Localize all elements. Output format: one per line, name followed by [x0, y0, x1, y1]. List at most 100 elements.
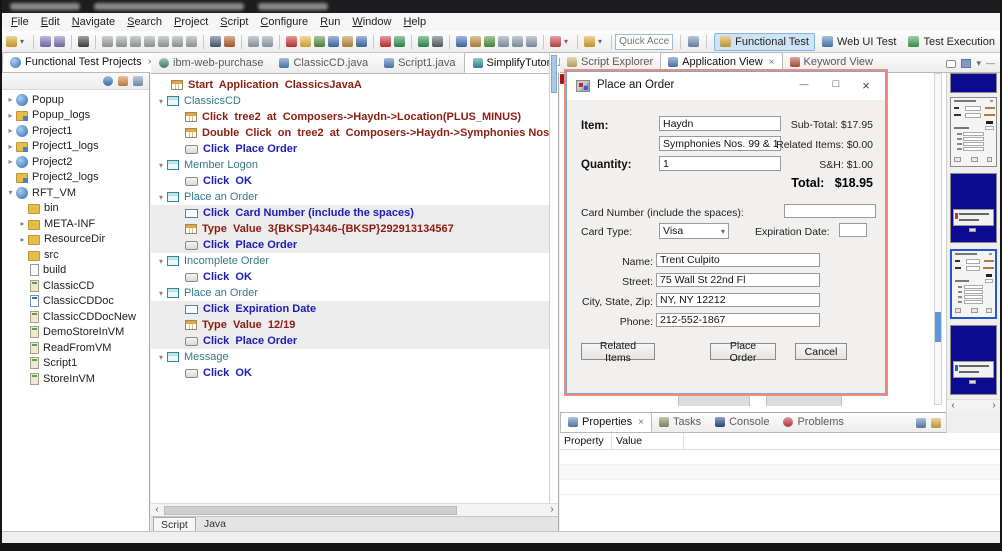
minimize-icon[interactable]: [986, 59, 995, 68]
tab-problems[interactable]: Problems: [776, 412, 850, 432]
script-group[interactable]: ▾ Message: [151, 349, 558, 365]
menu-script[interactable]: Script: [214, 15, 254, 29]
step-into-icon[interactable]: [158, 36, 169, 47]
quantity-field[interactable]: [659, 156, 781, 171]
debug-config-icon[interactable]: [432, 36, 443, 47]
highlight-icon[interactable]: [584, 36, 595, 47]
dialog-close-icon[interactable]: [859, 78, 873, 93]
editor-hscrollbar[interactable]: [151, 503, 558, 516]
stop-icon[interactable]: [130, 36, 141, 47]
tree-item-project1[interactable]: ▸ Project1: [2, 123, 149, 139]
street-field[interactable]: [656, 273, 820, 287]
table-row[interactable]: [560, 450, 1000, 465]
script-step[interactable]: Click OK: [151, 173, 558, 189]
phone-field[interactable]: [656, 313, 820, 327]
place-order-button[interactable]: Place Order: [710, 340, 776, 364]
link-with-editor-icon[interactable]: [118, 76, 128, 86]
scrollbar-thumb[interactable]: [164, 506, 458, 515]
table-row[interactable]: [560, 480, 1000, 495]
editor-vscrollbar[interactable]: [549, 53, 558, 531]
dialog-maximize-icon[interactable]: [829, 78, 843, 90]
script-step[interactable]: Click tree2 at Composers->Haydn->Locatio…: [151, 109, 558, 125]
group-expanded-icon[interactable]: ▾: [155, 193, 167, 202]
quick-access-input[interactable]: [615, 33, 674, 50]
item-field-1[interactable]: [659, 116, 781, 131]
lock-icon[interactable]: [512, 36, 523, 47]
tree-collapsed-icon[interactable]: ▸: [5, 95, 16, 104]
new-icon[interactable]: [6, 36, 17, 47]
chevron-down-icon[interactable]: [564, 37, 571, 46]
redo-icon[interactable]: [262, 36, 273, 47]
show-keywords-icon[interactable]: [456, 36, 467, 47]
pause-icon[interactable]: [116, 36, 127, 47]
tree-item-script1[interactable]: Script1: [2, 356, 149, 372]
group-expanded-icon[interactable]: ▾: [155, 161, 167, 170]
tree-item-project1-logs[interactable]: ▸ Project1_logs: [2, 139, 149, 155]
script-step[interactable]: Type Value 12/19: [151, 317, 558, 333]
dialog-minimize-icon[interactable]: [797, 78, 811, 90]
perspective-functional-test[interactable]: Functional Test: [714, 32, 815, 51]
script-step[interactable]: Type Value 3{BKSP}4346-{BKSP}29291313456…: [151, 221, 558, 237]
tab-functional-test-projects[interactable]: Functional Test Projects: [2, 52, 162, 72]
group-expanded-icon[interactable]: ▾: [155, 353, 167, 362]
collapse-all-icon[interactable]: [103, 76, 113, 86]
scroll-left-icon[interactable]: [947, 400, 959, 413]
tree-item-project2[interactable]: ▸ Project2: [2, 154, 149, 170]
record-icon[interactable]: [286, 36, 297, 47]
scroll-right-icon[interactable]: [988, 400, 1000, 413]
script-step[interactable]: Click Card Number (include the spaces): [151, 205, 558, 221]
editor-tab-ibm-web-purchase[interactable]: ibm-web-purchase: [151, 52, 271, 73]
tree-collapsed-icon[interactable]: ▸: [5, 111, 16, 120]
tree-item-src[interactable]: src: [2, 247, 149, 263]
tree-item-classiccddocnew[interactable]: ClassicCDDocNew: [2, 309, 149, 325]
tree-item-storeinvm[interactable]: StoreInVM: [2, 371, 149, 387]
script-editor[interactable]: Start Application ClassicsJavaA ▾ Classics…: [151, 74, 558, 503]
tree-item-popup[interactable]: ▸ Popup: [2, 92, 149, 108]
perspective-web-ui-test[interactable]: Web UI Test: [817, 34, 902, 50]
script-group[interactable]: ▾ Member Logon: [151, 157, 558, 173]
menu-run[interactable]: Run: [314, 15, 346, 29]
tree-item-rft-vm[interactable]: ▾ RFT_VM: [2, 185, 149, 201]
card-number-field[interactable]: [784, 204, 876, 218]
view-menu-icon[interactable]: [976, 59, 981, 68]
column-property[interactable]: Property: [560, 433, 612, 449]
simplified-script-icon[interactable]: [210, 36, 221, 47]
tab-script[interactable]: Script: [153, 517, 196, 531]
step-return-icon[interactable]: [186, 36, 197, 47]
expiration-field[interactable]: [839, 223, 867, 237]
pin-icon[interactable]: [931, 418, 942, 428]
group-expanded-icon[interactable]: ▾: [155, 257, 167, 266]
run-icon[interactable]: [102, 36, 113, 47]
tree-item-classiccddoc[interactable]: ClassicCDDoc: [2, 294, 149, 310]
record-monitor-icon[interactable]: [380, 36, 391, 47]
tree-item-popup-logs[interactable]: ▸ Popup_logs: [2, 108, 149, 124]
menu-project[interactable]: Project: [168, 15, 214, 29]
script-step[interactable]: Click Place Order: [151, 237, 558, 253]
tree-item-bin[interactable]: bin: [2, 201, 149, 217]
run-config-icon[interactable]: [418, 36, 429, 47]
script-step[interactable]: Click Expiration Date: [151, 301, 558, 317]
tree-item-resourcedir[interactable]: ▸ ResourceDir: [2, 232, 149, 248]
column-value[interactable]: Value: [612, 433, 684, 449]
close-icon[interactable]: [767, 56, 775, 68]
save-icon[interactable]: [40, 36, 51, 47]
group-expanded-icon[interactable]: ▾: [155, 289, 167, 298]
screenshot-thumb-5[interactable]: [950, 325, 997, 395]
tree-collapsed-icon[interactable]: ▸: [5, 142, 16, 151]
table-row[interactable]: [560, 465, 1000, 480]
script-step[interactable]: Double Click on tree2 at Composers->Hayd…: [151, 125, 558, 141]
tab-properties[interactable]: Properties: [560, 412, 652, 432]
card-type-select[interactable]: Visa: [659, 223, 729, 239]
screenshot-thumb-4[interactable]: [950, 249, 997, 319]
script-step[interactable]: Click Place Order: [151, 333, 558, 349]
item-field-2[interactable]: [659, 136, 781, 151]
find-literals-icon[interactable]: [470, 36, 481, 47]
open-test-object-icon[interactable]: [342, 36, 353, 47]
insert-data-icon[interactable]: [328, 36, 339, 47]
tree-collapsed-icon[interactable]: ▸: [17, 235, 28, 244]
test-object-icon[interactable]: [550, 36, 561, 47]
group-expanded-icon[interactable]: ▾: [155, 97, 167, 106]
editor-tab-script1-java[interactable]: Script1.java: [376, 52, 463, 73]
menu-configure[interactable]: Configure: [254, 15, 314, 29]
merge-icon[interactable]: [498, 36, 509, 47]
